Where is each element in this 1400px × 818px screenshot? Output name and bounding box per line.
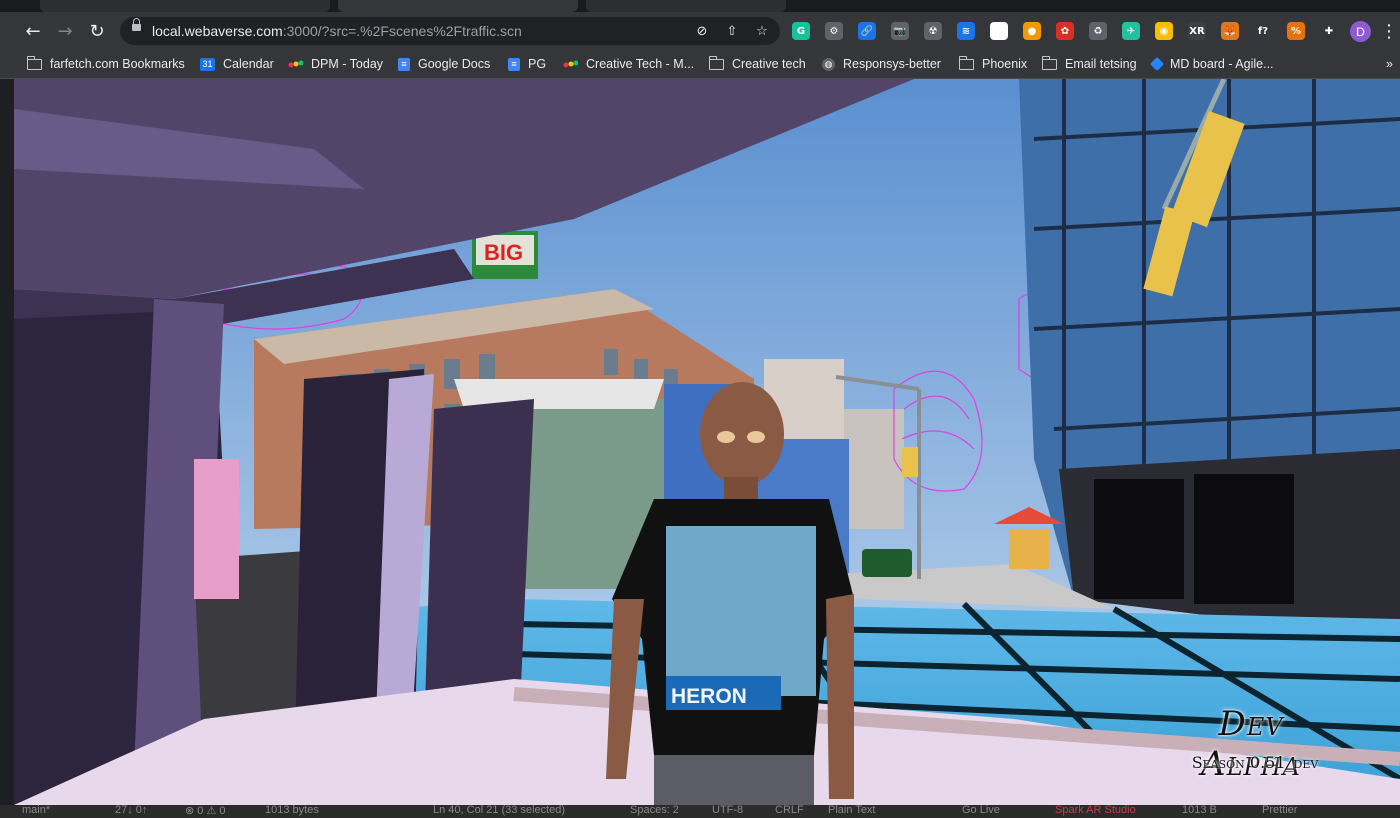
- folder-icon: [26, 55, 42, 70]
- status-sync[interactable]: 27↓ 0↑: [115, 805, 147, 816]
- globe-icon: ◍: [822, 57, 835, 71]
- browser-toolbar: ← → ↻ local.webaverse.com:3000/?src=.%2F…: [0, 12, 1400, 50]
- storefront-window: [1194, 474, 1294, 604]
- grammarly-icon[interactable]: G: [792, 22, 810, 40]
- status-eol[interactable]: CRLF: [775, 805, 804, 816]
- avatar-eye: [747, 431, 765, 443]
- traffic-light-small: [902, 447, 918, 477]
- puzzle-extensions-icon[interactable]: ✚: [1320, 22, 1338, 40]
- bookmark-farfetch[interactable]: farfetch.com Bookmarks: [26, 54, 185, 74]
- shirt-print: [666, 526, 816, 696]
- browser-tab[interactable]: [40, 0, 330, 12]
- browser-tab-active[interactable]: [338, 0, 578, 12]
- dots-extension-icon[interactable]: •: [990, 22, 1008, 40]
- bookmark-responsys[interactable]: ◍ Responsys-better: [822, 54, 941, 74]
- avatar-neck: [724, 477, 758, 502]
- browser-tab[interactable]: [586, 0, 786, 12]
- status-file-size-short: 1013 B: [1182, 805, 1217, 816]
- bookmark-creative-tech-folder[interactable]: Creative tech: [708, 54, 806, 74]
- docs-icon: ≡: [398, 57, 410, 71]
- camera-extension-icon[interactable]: 📷: [891, 22, 909, 40]
- monday-icon: [563, 58, 578, 71]
- back-arrow-icon[interactable]: ←: [18, 16, 48, 46]
- status-spark-ar[interactable]: Spark AR Studio: [1055, 805, 1136, 816]
- function-extension-icon[interactable]: f?: [1254, 22, 1272, 40]
- url-text[interactable]: local.webaverse.com:3000/?src=.%2Fscenes…: [152, 23, 522, 39]
- reload-icon[interactable]: ↻: [82, 16, 112, 46]
- status-problems[interactable]: ⊗ 0 ⚠ 0: [185, 805, 225, 817]
- bookmark-star-icon[interactable]: ☆: [752, 21, 772, 41]
- layers-extension-icon[interactable]: ≋: [957, 22, 975, 40]
- docs-icon: ≡: [508, 57, 520, 71]
- avatar-pants: [654, 755, 814, 805]
- status-file-size: 1013 bytes: [265, 805, 319, 816]
- shirt-text: HERON: [671, 685, 747, 708]
- status-indentation[interactable]: Spaces: 2: [630, 805, 679, 816]
- status-go-live[interactable]: Go Live: [962, 805, 1000, 816]
- watermark-subtitle: Season 0.51_dev: [1191, 753, 1319, 772]
- 3d-scene[interactable]: BIG HERON: [14, 79, 1400, 805]
- bookmark-creative-tech-m[interactable]: Creative Tech - M...: [563, 54, 694, 74]
- distant-building: [844, 409, 904, 529]
- percent-extension-icon[interactable]: %: [1287, 22, 1305, 40]
- webxr-extension-icon[interactable]: XR: [1188, 22, 1206, 40]
- folder-icon: [1041, 55, 1057, 70]
- status-encoding[interactable]: UTF-8: [712, 805, 743, 816]
- avatar-arm: [826, 594, 854, 799]
- color-wheel-extension-icon[interactable]: ◉: [1155, 22, 1173, 40]
- flame-extension-icon[interactable]: ●: [1023, 22, 1041, 40]
- monday-icon: [288, 58, 303, 71]
- editor-left-strip: [0, 79, 14, 805]
- hot-dog-cart: [1009, 529, 1049, 569]
- ladybug-extension-icon[interactable]: ✿: [1056, 22, 1074, 40]
- share-icon[interactable]: ⇧: [722, 21, 742, 41]
- bookmark-pg[interactable]: ≡ PG: [508, 54, 546, 74]
- menu-kebab-icon[interactable]: ⋮: [1374, 16, 1400, 46]
- site-info-lock-icon[interactable]: [132, 18, 141, 31]
- link-extension-icon[interactable]: 🔗: [858, 22, 876, 40]
- bookmark-email-testing[interactable]: Email tetsing: [1041, 54, 1137, 74]
- profile-avatar[interactable]: D: [1350, 21, 1371, 42]
- pink-poster: [194, 459, 239, 599]
- status-cursor-position[interactable]: Ln 40, Col 21 (33 selected): [433, 805, 565, 816]
- gear-extension-icon[interactable]: ⚙: [825, 22, 843, 40]
- folder-icon: [708, 55, 724, 70]
- avatar-eye: [717, 431, 735, 443]
- editor-status-bar: main* 27↓ 0↑ ⊗ 0 ⚠ 0 1013 bytes Ln 40, C…: [0, 805, 1400, 818]
- diamond-icon: [1149, 56, 1165, 72]
- bookmarks-bar: farfetch.com Bookmarks 31 Calendar DPM - …: [0, 50, 1400, 79]
- storefront-window: [1094, 479, 1184, 599]
- forward-arrow-icon[interactable]: →: [50, 16, 80, 46]
- green-car: [862, 549, 912, 577]
- bookmarks-overflow-chevron-icon[interactable]: »: [1386, 54, 1393, 74]
- game-viewport[interactable]: BIG HERON: [14, 79, 1400, 805]
- watermark-title: Dev Alpha: [1201, 704, 1301, 784]
- bookmark-calendar[interactable]: 31 Calendar: [200, 54, 274, 74]
- folder-icon: [958, 55, 974, 70]
- status-prettier[interactable]: Prettier: [1262, 805, 1297, 816]
- avatar-head: [700, 382, 784, 486]
- tab-strip: [0, 0, 1400, 12]
- bookmark-phoenix[interactable]: Phoenix: [958, 54, 1027, 74]
- radiation-extension-icon[interactable]: ☢: [924, 22, 942, 40]
- status-git-branch[interactable]: main*: [22, 805, 50, 816]
- recycle-extension-icon[interactable]: ♻: [1089, 22, 1107, 40]
- camera-blocked-icon[interactable]: ⊘: [692, 21, 712, 41]
- bookmark-dpm-today[interactable]: DPM - Today: [288, 54, 383, 74]
- calendar-icon: 31: [200, 57, 215, 71]
- status-language[interactable]: Plain Text: [828, 805, 876, 816]
- bookmark-md-board[interactable]: MD board - Agile...: [1149, 54, 1274, 74]
- billboard-text: BIG: [484, 240, 523, 265]
- address-bar[interactable]: local.webaverse.com:3000/?src=.%2Fscenes…: [120, 17, 780, 45]
- bird-extension-icon[interactable]: ✈: [1122, 22, 1140, 40]
- bookmark-google-docs[interactable]: ≡ Google Docs: [398, 54, 490, 74]
- metamask-fox-icon[interactable]: 🦊: [1221, 22, 1239, 40]
